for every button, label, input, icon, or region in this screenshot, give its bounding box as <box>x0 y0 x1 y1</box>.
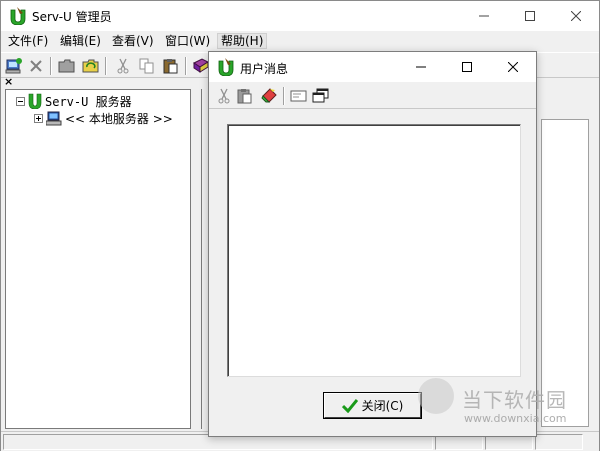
server-tree[interactable]: Serv-U 服务器 << 本地服务器 >> <box>5 89 191 429</box>
serv-u-app-icon <box>218 58 234 76</box>
cut-icon <box>218 88 230 104</box>
computer-icon <box>46 111 62 125</box>
dialog-title-bar[interactable]: 用户消息 <box>209 52 536 82</box>
menu-window[interactable]: 窗口(W) <box>162 33 213 49</box>
message-icon <box>290 90 307 102</box>
tree-node-label: << 本地服务器 >> <box>65 111 173 126</box>
cut-button[interactable] <box>113 56 133 76</box>
dialog-minimize-button[interactable] <box>398 52 444 82</box>
toolbar-separator <box>283 87 285 105</box>
tree-pane-close-button[interactable]: × <box>4 76 13 88</box>
minimize-icon <box>416 66 426 68</box>
close-icon <box>571 11 581 21</box>
disconnect-icon <box>30 60 42 72</box>
title-bar[interactable]: Serv-U 管理员 <box>1 1 599 31</box>
paste-button[interactable] <box>161 56 181 76</box>
menu-edit[interactable]: 编辑(E) <box>57 33 104 49</box>
menu-bar: 文件(F) 编辑(E) 查看(V) 窗口(W) 帮助(H) <box>1 31 599 51</box>
minimize-icon <box>479 15 489 17</box>
dialog-maximize-button[interactable] <box>444 52 490 82</box>
close-dialog-button[interactable]: 关闭(C) <box>323 392 422 419</box>
menu-view[interactable]: 查看(V) <box>109 33 157 49</box>
windows-icon <box>312 88 329 103</box>
dialog-paste-button[interactable] <box>235 86 255 106</box>
menu-help[interactable]: 帮助(H) <box>217 33 268 49</box>
dialog-cut-button[interactable] <box>214 86 234 106</box>
serv-u-app-icon <box>10 7 26 25</box>
dialog-toolbar <box>209 83 536 109</box>
dialog-windows-button[interactable] <box>311 86 331 106</box>
message-text-area[interactable] <box>227 124 521 377</box>
serv-u-icon <box>28 93 42 109</box>
menu-file[interactable]: 文件(F) <box>5 33 51 49</box>
expand-toggle[interactable] <box>34 113 43 123</box>
status-cell <box>535 434 583 450</box>
dialog-message-button[interactable] <box>289 86 309 106</box>
folder-icon <box>58 59 75 73</box>
paste-icon <box>163 59 178 74</box>
maximize-icon <box>525 11 535 21</box>
paste-icon <box>237 89 252 104</box>
close-icon <box>508 62 518 72</box>
tree-node-label: Serv-U 服务器 <box>45 94 132 109</box>
close-window-button[interactable] <box>553 1 599 31</box>
copy-icon <box>139 58 154 74</box>
maximize-button[interactable] <box>507 1 553 31</box>
right-pane-content <box>541 119 589 427</box>
refresh-folder-button[interactable] <box>81 56 101 76</box>
tree-node-local-server[interactable]: << 本地服务器 >> <box>34 110 173 126</box>
toolbar-separator <box>105 57 107 75</box>
pane-splitter[interactable] <box>191 89 201 429</box>
copy-button[interactable] <box>137 56 157 76</box>
eraser-icon <box>261 88 277 103</box>
refresh-folder-icon <box>82 59 99 73</box>
dialog-clear-button[interactable] <box>259 86 279 106</box>
toolbar-separator <box>185 57 187 75</box>
tree-node-servu-server[interactable]: Serv-U 服务器 <box>16 93 132 109</box>
connect-button[interactable] <box>4 56 24 76</box>
minimize-button[interactable] <box>461 1 507 31</box>
folder-button[interactable] <box>57 56 77 76</box>
dialog-title: 用户消息 <box>240 62 289 76</box>
disconnect-button[interactable] <box>26 56 46 76</box>
connect-icon <box>5 58 22 74</box>
toolbar-separator <box>50 57 52 75</box>
window-title: Serv-U 管理员 <box>32 10 112 24</box>
collapse-toggle[interactable] <box>16 96 25 106</box>
dialog-close-button[interactable] <box>490 52 536 82</box>
cut-icon <box>117 58 129 74</box>
close-dialog-button-label: 关闭(C) <box>361 399 404 413</box>
user-message-dialog: 用户消息 关闭(C) <box>208 51 537 437</box>
maximize-icon <box>462 62 472 72</box>
checkmark-icon <box>341 398 358 413</box>
